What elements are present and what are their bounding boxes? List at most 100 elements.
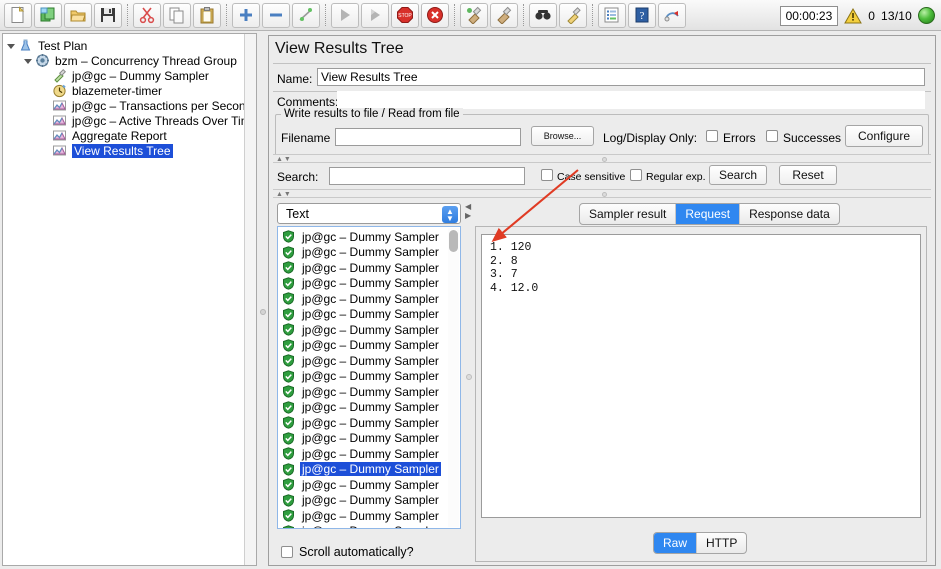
- filename-input[interactable]: [335, 128, 521, 146]
- sampler-list-item[interactable]: jp@gc – Dummy Sampler: [278, 369, 460, 385]
- test-plan-tree[interactable]: Test Plan bzm – Concurrency Thread Group j…: [2, 33, 257, 566]
- split-dot-icon[interactable]: [602, 192, 607, 197]
- sampler-list-item[interactable]: jp@gc – Dummy Sampler: [278, 431, 460, 447]
- search-button[interactable]: Search: [709, 165, 767, 185]
- sampler-list-item[interactable]: jp@gc – Dummy Sampler: [278, 260, 460, 276]
- request-content-box[interactable]: 1. 120 2. 8 3. 7 4. 12.0: [481, 234, 921, 518]
- case-sensitive-checkbox[interactable]: [541, 169, 553, 181]
- sampler-list-item[interactable]: jp@gc – Dummy Sampler: [278, 353, 460, 369]
- tab-sampler-result[interactable]: Sampler result: [580, 204, 677, 224]
- toolbar-separator: [325, 4, 326, 26]
- main-toolbar: STOP ? 00:00:23 0 13/10: [0, 0, 941, 31]
- tree-item-aggregate-report[interactable]: Aggregate Report: [3, 128, 256, 143]
- tree-item-blazemeter-timer[interactable]: blazemeter-timer: [3, 83, 256, 98]
- sampler-list-item[interactable]: jp@gc – Dummy Sampler: [278, 477, 460, 493]
- chevron-updown-icon[interactable]: ▲ ▼: [442, 206, 458, 223]
- sampler-result-list[interactable]: jp@gc – Dummy Sampler jp@gc – Dummy Sampl…: [277, 226, 461, 529]
- undo-redo-icon[interactable]: [658, 2, 686, 28]
- split-bar-top[interactable]: ▲▼: [273, 154, 931, 163]
- open-icon[interactable]: [64, 2, 92, 28]
- sampler-list-item[interactable]: jp@gc – Dummy Sampler: [278, 400, 460, 416]
- tree-item-view-results-tree[interactable]: View Results Tree: [3, 143, 256, 158]
- sampler-list-item[interactable]: jp@gc – Dummy Sampler: [278, 229, 460, 245]
- search-input[interactable]: [329, 167, 525, 185]
- raw-http-tabs[interactable]: Raw HTTP: [653, 532, 748, 554]
- sampler-list-item[interactable]: jp@gc – Dummy Sampler: [278, 384, 460, 400]
- sampler-list-item[interactable]: jp@gc – Dummy Sampler: [278, 322, 460, 338]
- save-icon[interactable]: [94, 2, 122, 28]
- sampler-list-item-label: jp@gc – Dummy Sampler: [302, 260, 439, 275]
- scroll-automatically-checkbox[interactable]: [281, 546, 293, 558]
- tree-item-label: Aggregate Report: [72, 128, 167, 143]
- split-arrows-icon[interactable]: ▲▼: [276, 156, 292, 163]
- results-split-divider[interactable]: [465, 226, 474, 529]
- status-lamp-icon: [918, 7, 935, 24]
- new-icon[interactable]: [4, 2, 32, 28]
- sampler-list-item[interactable]: jp@gc – Dummy Sampler: [278, 446, 460, 462]
- title-divider: [273, 63, 931, 64]
- sampler-icon: [52, 68, 67, 83]
- errors-checkbox[interactable]: [706, 130, 718, 142]
- tab-raw[interactable]: Raw: [654, 533, 698, 553]
- sampler-list-item[interactable]: jp@gc – Dummy Sampler: [278, 493, 460, 509]
- sampler-list-item[interactable]: jp@gc – Dummy Sampler: [278, 338, 460, 354]
- name-input[interactable]: [317, 68, 925, 86]
- sampler-list-scrollbar[interactable]: [448, 228, 459, 527]
- result-tabs[interactable]: Sampler result Request Response data: [579, 203, 840, 225]
- search-reset-icon[interactable]: [559, 2, 587, 28]
- successes-checkbox[interactable]: [766, 130, 778, 142]
- tab-http[interactable]: HTTP: [697, 533, 746, 553]
- scrollbar-thumb[interactable]: [449, 230, 458, 252]
- main-split-divider[interactable]: [258, 33, 268, 566]
- stop-icon[interactable]: STOP: [391, 2, 419, 28]
- split-bar-middle[interactable]: ▲▼: [273, 189, 931, 198]
- twisty-toggle-icon[interactable]: [7, 40, 18, 51]
- split-arrows-icon[interactable]: ▲▼: [276, 191, 292, 198]
- start-no-pauses-icon[interactable]: [361, 2, 389, 28]
- tab-response-data[interactable]: Response data: [740, 204, 839, 224]
- comments-input[interactable]: [337, 91, 925, 109]
- sampler-list-item[interactable]: jp@gc – Dummy Sampler: [278, 415, 460, 431]
- collapse-all-icon[interactable]: [262, 2, 290, 28]
- results-split-handle-dot[interactable]: [466, 374, 472, 380]
- sampler-list-item[interactable]: jp@gc – Dummy Sampler: [278, 276, 460, 292]
- browse-button[interactable]: Browse...: [531, 126, 594, 146]
- split-handle-dot[interactable]: [260, 309, 266, 315]
- copy-icon[interactable]: [163, 2, 191, 28]
- split-dot-icon[interactable]: [602, 157, 607, 162]
- tree-item-bzm-concurrency-thread-group[interactable]: bzm – Concurrency Thread Group: [3, 53, 256, 68]
- paste-icon[interactable]: [193, 2, 221, 28]
- elapsed-timer: 00:00:23: [779, 5, 839, 26]
- expand-all-icon[interactable]: [232, 2, 260, 28]
- configure-button[interactable]: Configure: [845, 125, 923, 147]
- reset-button[interactable]: Reset: [779, 165, 837, 185]
- function-helper-icon[interactable]: [598, 2, 626, 28]
- listener-icon: [52, 98, 67, 113]
- clear-icon[interactable]: [460, 2, 488, 28]
- sampler-list-item[interactable]: jp@gc – Dummy Sampler: [278, 524, 460, 528]
- horizontal-split-arrows-icon[interactable]: ◀ ▶: [465, 202, 471, 220]
- sampler-list-item[interactable]: jp@gc – Dummy Sampler: [278, 291, 460, 307]
- start-icon[interactable]: [331, 2, 359, 28]
- sampler-list-item[interactable]: jp@gc – Dummy Sampler: [278, 245, 460, 261]
- tree-item-test-plan[interactable]: Test Plan: [3, 38, 256, 53]
- regular-exp-checkbox[interactable]: [630, 169, 642, 181]
- help-icon[interactable]: ?: [628, 2, 656, 28]
- tree-scrollbar[interactable]: [244, 34, 256, 565]
- cut-icon[interactable]: [133, 2, 161, 28]
- search-icon[interactable]: [529, 2, 557, 28]
- tree-item-jp-gc-transactions-per-second[interactable]: jp@gc – Transactions per Second: [3, 98, 256, 113]
- tree-item-jp-gc-dummy-sampler[interactable]: jp@gc – Dummy Sampler: [3, 68, 256, 83]
- twisty-toggle-icon[interactable]: [24, 55, 35, 66]
- sampler-list-item[interactable]: jp@gc – Dummy Sampler: [278, 307, 460, 323]
- renderer-combo[interactable]: Text ▲ ▼: [277, 203, 461, 224]
- templates-icon[interactable]: [34, 2, 62, 28]
- sampler-list-item-label: jp@gc – Dummy Sampler: [302, 307, 439, 322]
- toggle-icon[interactable]: [292, 2, 320, 28]
- tab-request[interactable]: Request: [676, 204, 741, 224]
- tree-item-jp-gc-active-threads-over-time[interactable]: jp@gc – Active Threads Over Time: [3, 113, 256, 128]
- shutdown-icon[interactable]: [421, 2, 449, 28]
- sampler-list-item[interactable]: jp@gc – Dummy Sampler: [278, 462, 460, 478]
- sampler-list-item[interactable]: jp@gc – Dummy Sampler: [278, 508, 460, 524]
- clear-all-icon[interactable]: [490, 2, 518, 28]
